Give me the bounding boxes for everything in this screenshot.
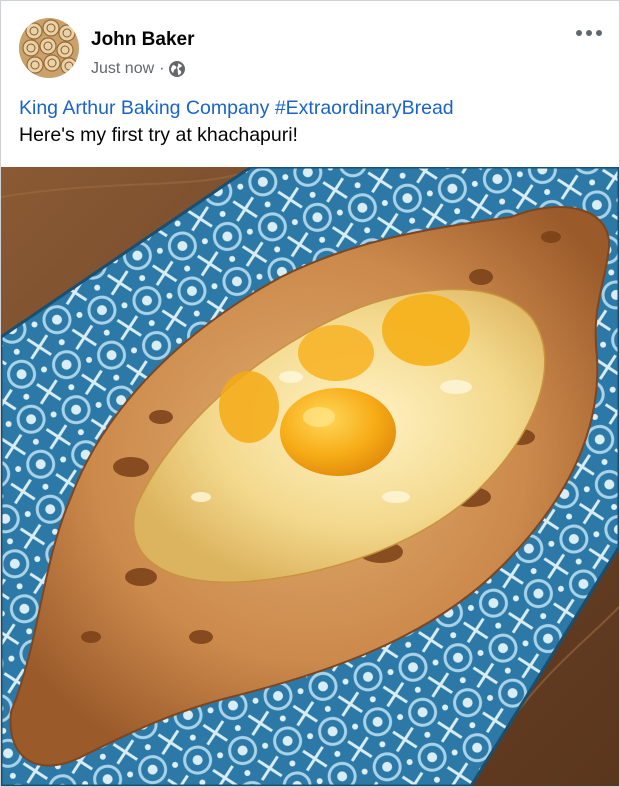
caption-text: Here's my first try at khachapuri! bbox=[19, 124, 298, 146]
post-timestamp[interactable]: Just now bbox=[91, 60, 154, 78]
author-avatar[interactable] bbox=[19, 18, 79, 78]
post-header: John Baker Just now · bbox=[1, 1, 619, 91]
caption-tags: King Arthur Baking Company #Extraordinar… bbox=[19, 95, 609, 121]
author-name[interactable]: John Baker bbox=[91, 29, 194, 51]
more-options-icon[interactable] bbox=[571, 19, 607, 47]
globe-icon[interactable] bbox=[168, 60, 186, 78]
cinnamon-rolls-avatar-image bbox=[19, 18, 79, 78]
khachapuri-photo-image bbox=[1, 167, 619, 786]
post-meta: Just now · bbox=[91, 59, 186, 79]
page-tag-link[interactable]: King Arthur Baking Company bbox=[19, 97, 269, 119]
post-caption: King Arthur Baking Company #Extraordinar… bbox=[19, 95, 609, 149]
meta-separator: · bbox=[159, 60, 165, 77]
post-photo[interactable] bbox=[1, 167, 619, 786]
hashtag-link[interactable]: #ExtraordinaryBread bbox=[275, 97, 454, 119]
feed-post: John Baker Just now · King Arthur Baking… bbox=[0, 0, 620, 787]
